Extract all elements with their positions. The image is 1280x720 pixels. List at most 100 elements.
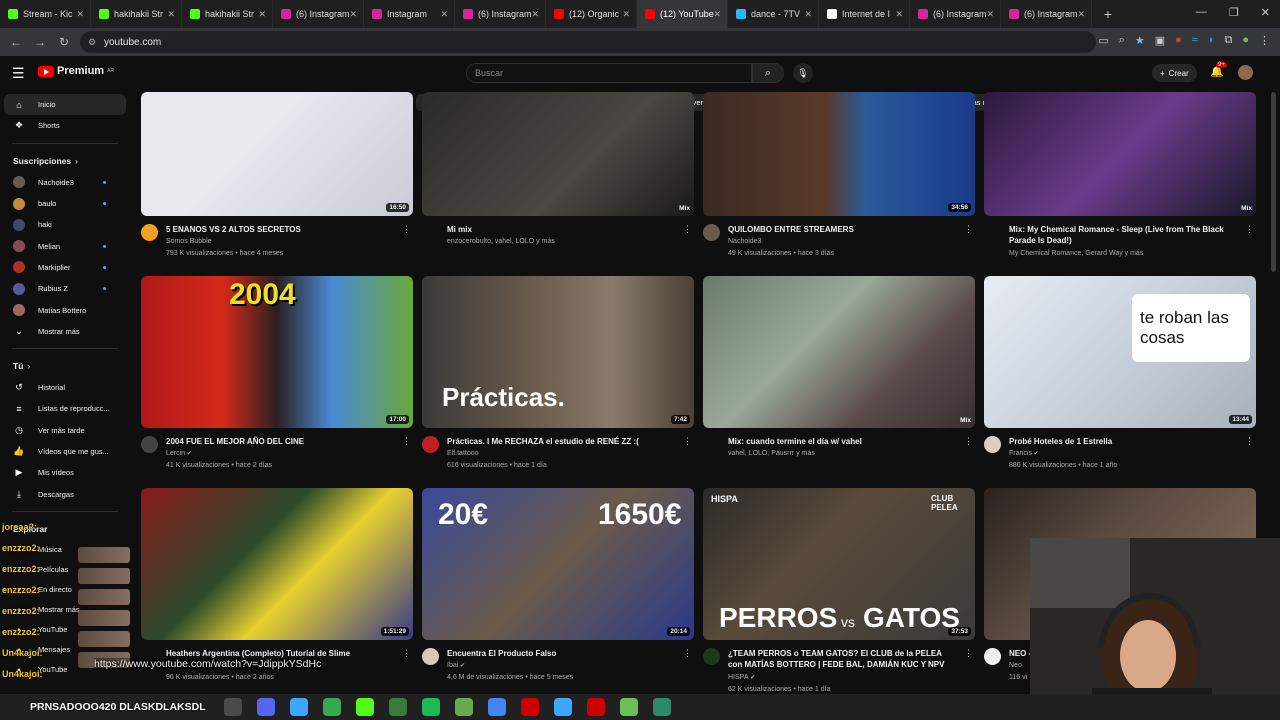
more-options-icon[interactable]: ⋮ xyxy=(964,648,973,659)
sidebar-item[interactable]: ◷ Ver más tarde xyxy=(0,420,130,441)
tab-close-icon[interactable]: ✕ xyxy=(713,9,721,20)
video-channel[interactable]: Neo xyxy=(1009,660,1022,672)
video-thumbnail[interactable]: Mix xyxy=(703,276,975,428)
extension-7tv-icon[interactable]: ≈ xyxy=(1192,34,1198,47)
channel-avatar[interactable] xyxy=(984,648,1001,665)
taskbar-app-icon[interactable] xyxy=(257,698,275,716)
taskbar-app-icon[interactable] xyxy=(587,698,605,716)
more-options-icon[interactable]: ⋮ xyxy=(1245,224,1254,235)
video-thumbnail[interactable]: 1:51:29 xyxy=(141,488,413,640)
cast-icon[interactable]: ▭ xyxy=(1098,34,1108,47)
video-channel[interactable]: enzocerobulto, vahel, LOLO y más xyxy=(447,236,555,248)
taskbar-app-icon[interactable] xyxy=(323,698,341,716)
browser-tab[interactable]: (12) Organic ✕ xyxy=(546,0,637,28)
taskbar-app-icon[interactable] xyxy=(356,698,374,716)
subscription-item[interactable]: Rubius Z xyxy=(0,278,130,299)
video-channel[interactable]: Elf.tattooo xyxy=(447,448,479,460)
tab-close-icon[interactable]: ✕ xyxy=(440,9,448,20)
video-channel[interactable]: Nachoide3 xyxy=(728,236,761,248)
taskbar-app-icon[interactable] xyxy=(422,698,440,716)
browser-tab[interactable]: Internet de I ✕ xyxy=(819,0,910,28)
show-more-button[interactable]: ⌄ Mostrar más xyxy=(0,321,130,342)
video-channel[interactable]: HISPA ✔ xyxy=(728,672,755,684)
subscription-item[interactable]: Melian xyxy=(0,235,130,256)
browser-tab[interactable]: hakihakii Str ✕ xyxy=(91,0,182,28)
video-thumbnail[interactable]: 37:53 HISPA CLUB PELEA PERROS vs GATOS xyxy=(703,488,975,640)
channel-avatar[interactable] xyxy=(703,648,720,665)
taskbar-app-icon[interactable] xyxy=(521,698,539,716)
taskbar-app-icon[interactable] xyxy=(455,698,473,716)
extension-red-icon[interactable]: ● xyxy=(1175,34,1182,47)
sidebar-item[interactable]: ⌂ Inicio xyxy=(4,94,126,116)
video-channel[interactable]: Somos Bubble xyxy=(166,236,212,248)
minimize-icon[interactable]: — xyxy=(1196,6,1207,19)
new-tab-button[interactable]: + xyxy=(1098,6,1118,22)
video-channel[interactable]: Lercin ✔ xyxy=(166,448,192,460)
video-thumbnail[interactable]: 17:00 2004 xyxy=(141,276,413,428)
url-bar[interactable]: ⚙ youtube.com xyxy=(80,31,1096,53)
restore-icon[interactable]: ❐ xyxy=(1229,6,1239,19)
taskbar-app-icon[interactable] xyxy=(290,698,308,716)
site-info-icon[interactable]: ⚙ xyxy=(88,37,96,48)
video-thumbnail[interactable]: 7:42 Prácticas. xyxy=(422,276,694,428)
tab-close-icon[interactable]: ✕ xyxy=(167,9,175,20)
tab-close-icon[interactable]: ✕ xyxy=(349,9,357,20)
subscriptions-heading[interactable]: Suscripciones › xyxy=(0,150,130,172)
subscription-item[interactable]: Markiplier xyxy=(0,257,130,278)
browser-tab[interactable]: (12) YouTube ✕ xyxy=(637,0,728,28)
browser-tab[interactable]: Stream - Kic ✕ xyxy=(0,0,91,28)
channel-avatar[interactable] xyxy=(141,436,158,453)
channel-avatar[interactable] xyxy=(984,436,1001,453)
more-options-icon[interactable]: ⋮ xyxy=(402,436,411,447)
close-window-icon[interactable]: ✕ xyxy=(1261,6,1270,19)
create-button[interactable]: + Crear xyxy=(1152,64,1197,82)
account-avatar[interactable] xyxy=(1238,65,1253,80)
taskbar-app-icon[interactable] xyxy=(389,698,407,716)
tab-close-icon[interactable]: ✕ xyxy=(895,9,903,20)
channel-avatar[interactable] xyxy=(703,224,720,241)
subscription-item[interactable]: Nachoide3 xyxy=(0,172,130,193)
tab-close-icon[interactable]: ✕ xyxy=(622,9,630,20)
bookmark-star-icon[interactable]: ★ xyxy=(1135,34,1145,47)
sidebar-item[interactable]: ⤓ Descargas xyxy=(0,483,130,504)
video-thumbnail[interactable]: 16:50 xyxy=(141,92,413,216)
tab-close-icon[interactable]: ✕ xyxy=(986,9,994,20)
taskbar-app-icon[interactable] xyxy=(554,698,572,716)
channel-avatar[interactable] xyxy=(141,224,158,241)
profile-icon[interactable]: ● xyxy=(1242,34,1249,47)
video-thumbnail[interactable]: 34:56 xyxy=(703,92,975,216)
more-options-icon[interactable]: ⋮ xyxy=(402,648,411,659)
video-title[interactable]: Prácticas. I Me RECHAZA el estudio de RE… xyxy=(447,436,677,447)
reload-icon[interactable]: ↻ xyxy=(52,35,76,49)
sidebar-item[interactable]: 👍 Vídeos que me gus... xyxy=(0,441,130,462)
browser-menu-icon[interactable]: ⋮ xyxy=(1259,34,1270,47)
taskbar-app-icon[interactable] xyxy=(653,698,671,716)
taskbar-app-icon[interactable] xyxy=(620,698,638,716)
page-scrollbar[interactable] xyxy=(1271,92,1276,272)
video-thumbnail[interactable]: Mix xyxy=(422,92,694,216)
extension-icon[interactable]: ▣ xyxy=(1155,34,1165,47)
tab-close-icon[interactable]: ✕ xyxy=(258,9,266,20)
tab-close-icon[interactable]: ✕ xyxy=(1077,9,1085,20)
channel-avatar[interactable] xyxy=(422,436,439,453)
video-channel[interactable]: Francis ✔ xyxy=(1009,448,1039,460)
more-options-icon[interactable]: ⋮ xyxy=(683,224,692,235)
taskbar-app-icon[interactable] xyxy=(488,698,506,716)
search-button[interactable]: ⌕ xyxy=(752,63,784,83)
video-title[interactable]: 5 ENANOS VS 2 ALTOS SECRETOS xyxy=(166,224,396,235)
more-options-icon[interactable]: ⋮ xyxy=(683,436,692,447)
subscription-item[interactable]: Matias Bottero xyxy=(0,299,130,320)
forward-icon[interactable]: → xyxy=(28,35,52,49)
video-title[interactable]: 2004 FUE EL MEJOR AÑO DEL CINE xyxy=(166,436,396,447)
video-title[interactable]: Encuentra El Producto Falso xyxy=(447,648,677,659)
channel-avatar[interactable] xyxy=(422,648,439,665)
tab-close-icon[interactable]: ✕ xyxy=(531,9,539,20)
video-thumbnail[interactable]: Mix xyxy=(984,92,1256,216)
more-options-icon[interactable]: ⋮ xyxy=(964,224,973,235)
sidebar-item[interactable]: ❖ Shorts xyxy=(0,115,130,136)
sidebar-item[interactable]: ≡ Listas de reproducc... xyxy=(0,398,130,419)
hamburger-menu-icon[interactable]: ☰ xyxy=(12,65,25,82)
more-options-icon[interactable]: ⋮ xyxy=(1245,436,1254,447)
subscription-item[interactable]: haki xyxy=(0,214,130,235)
more-options-icon[interactable]: ⋮ xyxy=(683,648,692,659)
